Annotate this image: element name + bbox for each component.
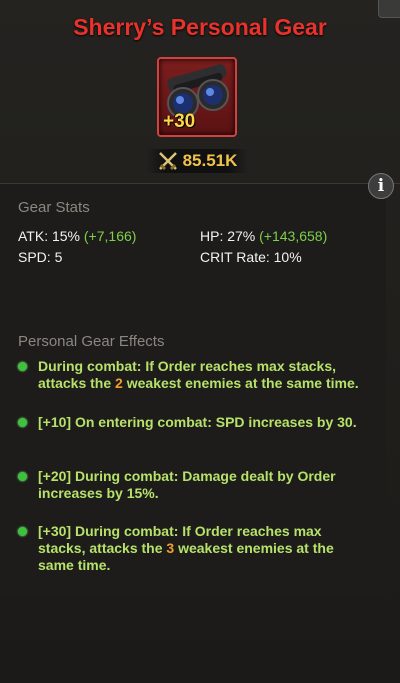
bullet-dot-icon bbox=[18, 472, 27, 481]
stat-spd: SPD: 5 bbox=[18, 249, 63, 265]
effect-item-1: During combat: If Order reaches max stac… bbox=[18, 358, 368, 392]
gear-power: 85.51K bbox=[146, 149, 248, 173]
power-value: 85.51K bbox=[182, 151, 238, 170]
stat-hp-bonus: (+143,658) bbox=[259, 228, 328, 244]
gear-effects-title: Personal Gear Effects bbox=[18, 333, 165, 350]
info-icon[interactable]: i bbox=[368, 173, 394, 199]
gear-level: +30 bbox=[163, 111, 196, 132]
page-title: Sherry’s Personal Gear bbox=[73, 14, 327, 40]
effect-item-4: [+30] During combat: If Order reaches ma… bbox=[18, 523, 368, 574]
effect-text: During combat: If Order reaches max stac… bbox=[38, 358, 359, 391]
details-area: Gear Stats ATK: 15% (+7,166) HP: 27% (+1… bbox=[0, 184, 386, 594]
stat-atk: ATK: 15% (+7,166) bbox=[18, 228, 136, 244]
gear-stats-title: Gear Stats bbox=[18, 199, 90, 216]
stat-hp-label: HP: 27% bbox=[200, 228, 256, 244]
stat-atk-label: ATK: 15% bbox=[18, 228, 80, 244]
crossed-swords-icon bbox=[158, 152, 177, 171]
gear-panel: Sherry’s Personal Gear +30 85.51K Gear S… bbox=[0, 0, 400, 683]
effect-item-3: [+20] During combat: Damage dealt by Ord… bbox=[18, 468, 368, 502]
bullet-dot-icon bbox=[18, 527, 27, 536]
stat-atk-bonus: (+7,166) bbox=[83, 228, 137, 244]
stat-hp: HP: 27% (+143,658) bbox=[200, 228, 327, 244]
bullet-dot-icon bbox=[18, 418, 27, 427]
effect-item-2: [+10] On entering combat: SPD increases … bbox=[18, 414, 368, 431]
gear-slot[interactable]: +30 bbox=[157, 57, 237, 137]
stat-crit: CRIT Rate: 10% bbox=[200, 249, 302, 265]
effect-text: [+10] On entering combat: SPD increases … bbox=[38, 414, 357, 430]
effect-number: 2 bbox=[115, 375, 123, 391]
bullet-dot-icon bbox=[18, 362, 27, 371]
effect-text: [+30] During combat: If Order reaches ma… bbox=[38, 523, 334, 573]
effect-text: [+20] During combat: Damage dealt by Ord… bbox=[38, 468, 336, 501]
